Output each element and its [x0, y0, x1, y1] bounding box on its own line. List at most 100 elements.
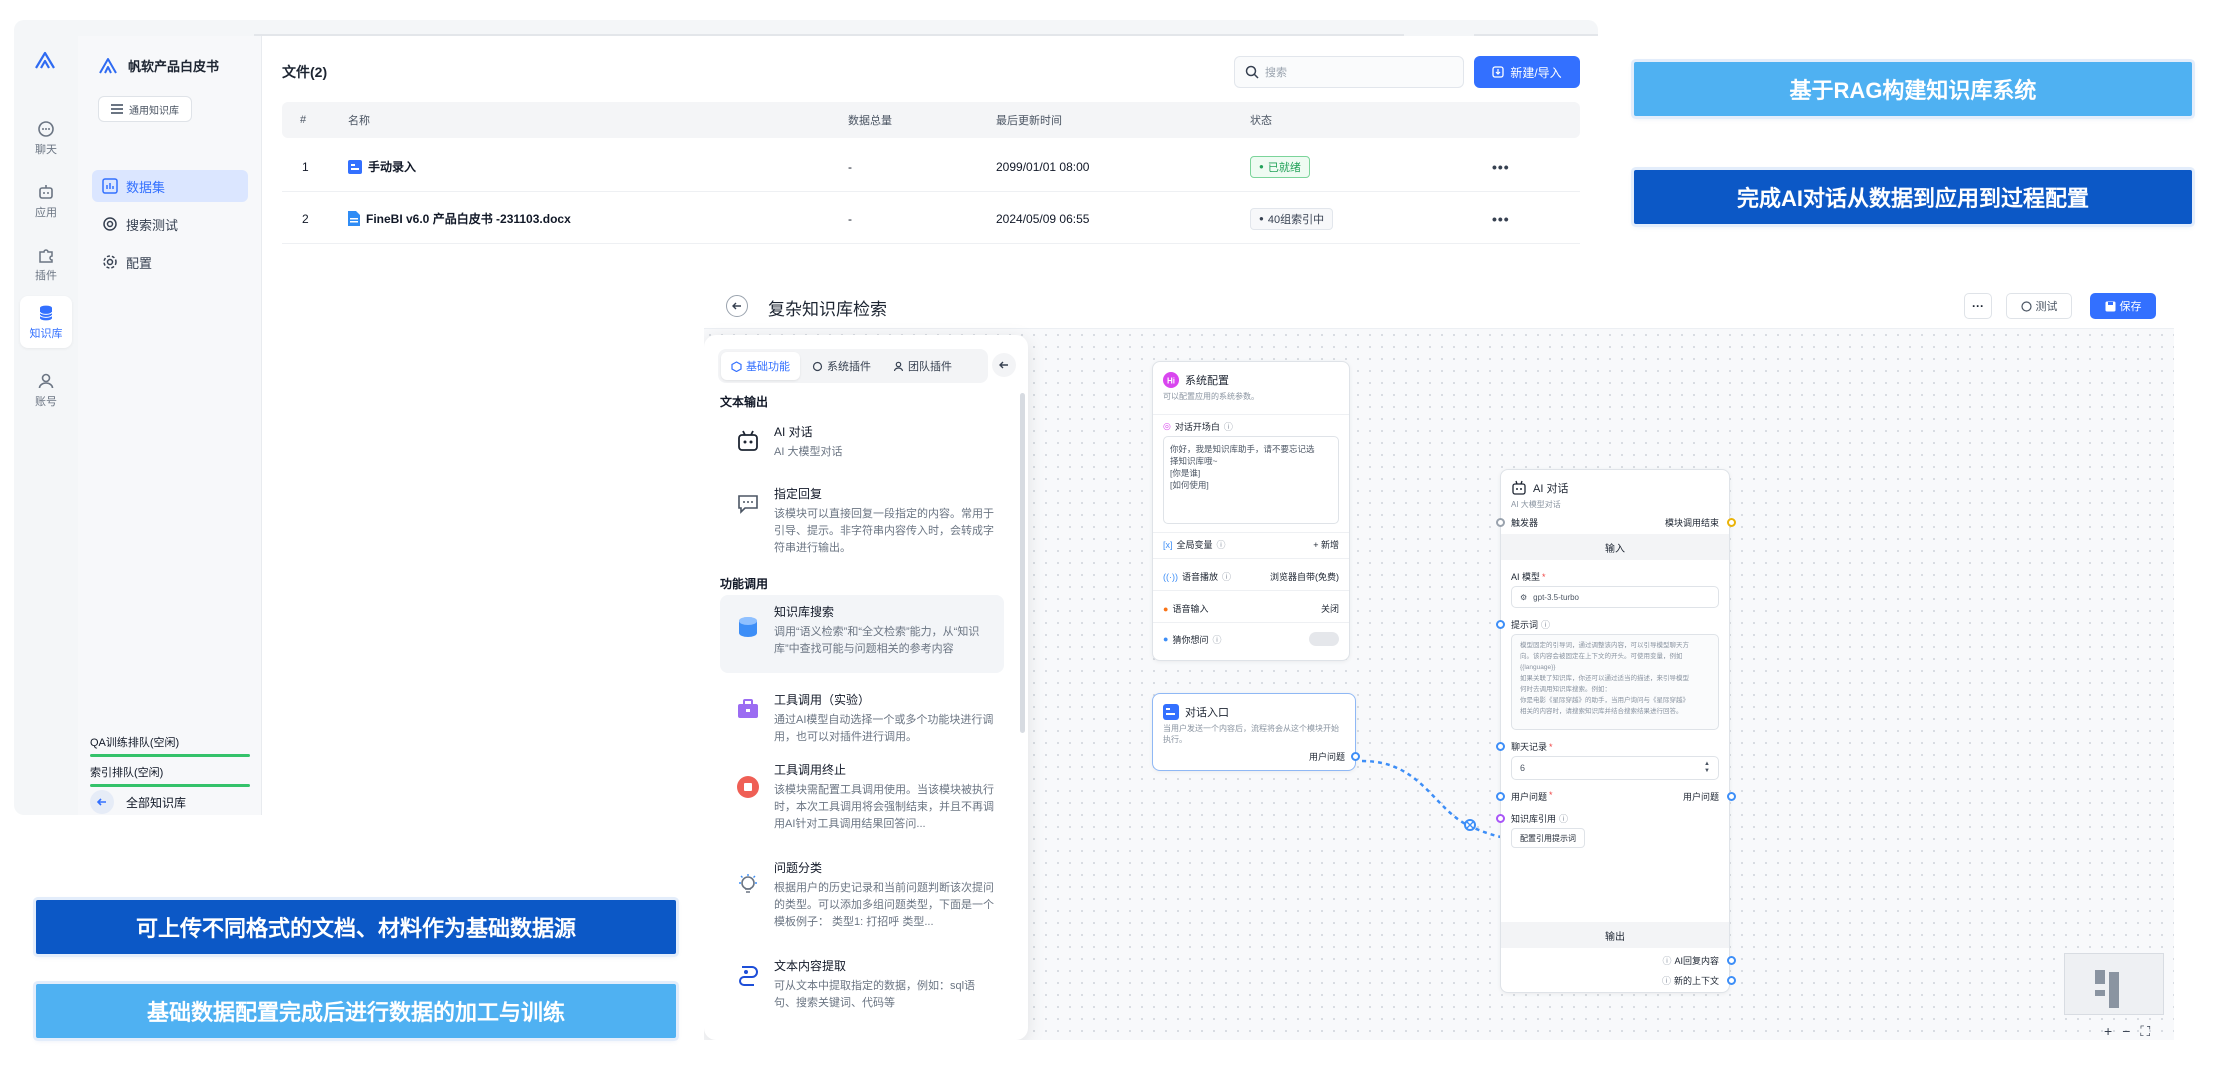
config-ref-prompt-button[interactable]: 配置引用提示词: [1511, 828, 1585, 848]
global-var-row: [x] 全局变量 ⓘ + 新增: [1163, 538, 1339, 551]
search-test-icon: [103, 217, 117, 231]
question-out-label: 用户问题: [1682, 792, 1719, 802]
tts-value[interactable]: 浏览器自带(免费): [1270, 570, 1339, 583]
stop-icon: [734, 773, 762, 801]
model-value: gpt-3.5-turbo: [1533, 592, 1579, 602]
back-to-all-kb[interactable]: 全部知识库: [90, 790, 186, 814]
table-row[interactable]: 2 FineBI v6.0 产品白皮书 -231103.docx - 2024/…: [282, 194, 1580, 244]
module-desc: 该模块可以直接回复一段指定的内容。常用于引导、提示。非字符串内容传入时，会转成字…: [774, 508, 994, 554]
add-global-var-button[interactable]: + 新增: [1313, 538, 1339, 551]
ai-chat-node[interactable]: AI 对话 AI 大模型对话 触发器 模块调用结束 输入 AI 模型 * ⚙ gp…: [1496, 469, 1736, 993]
question-in-handle[interactable]: [1496, 792, 1505, 801]
row-status-cell: ● 已就绪: [1250, 142, 1310, 191]
menu-item-search-test[interactable]: 搜索测试: [92, 208, 248, 240]
node-title: AI 对话: [1533, 483, 1569, 495]
more-button[interactable]: ···: [1964, 293, 1992, 319]
search-icon: [1245, 65, 1259, 79]
system-config-node[interactable]: Hi 系统配置 可以配置应用的系统参数。 ◎ 对话开场白 ⓘ 你好，我是知识库助…: [1152, 361, 1350, 661]
out-reply-handle[interactable]: [1727, 956, 1736, 965]
banner-data-training: 基础数据配置完成后进行数据的加工与训练: [36, 984, 676, 1038]
zoom-out-button[interactable]: −: [2122, 1023, 2130, 1040]
row-more-button[interactable]: •••: [1492, 194, 1510, 243]
divider: [1153, 558, 1349, 559]
tts-row: ((·)) 语音播放 ⓘ 浏览器自带(免费): [1163, 570, 1339, 583]
kb-ref-handle[interactable]: [1496, 814, 1505, 823]
module-tool-stop[interactable]: 工具调用终止 该模块需配置工具调用使用。当该模块被执行时，本次工具调用将会强制结…: [720, 753, 1004, 841]
tab-system-plugins[interactable]: 系统插件: [802, 352, 881, 380]
status-text: 已就绪: [1267, 161, 1301, 174]
prompt-handle[interactable]: [1496, 620, 1505, 629]
stepper-arrows-icon[interactable]: ▲ ▼: [1704, 761, 1710, 775]
row-more-button[interactable]: •••: [1492, 142, 1510, 191]
output-handle[interactable]: [1351, 752, 1360, 761]
out-context-label: 新的上下文: [1673, 976, 1719, 986]
row-total: -: [848, 211, 852, 226]
row-index: 1: [302, 159, 309, 174]
panel-scrollbar[interactable]: [1020, 393, 1025, 733]
docx-file-icon: [348, 211, 360, 226]
rail-item-apps[interactable]: 应用: [20, 175, 72, 227]
search-input[interactable]: 搜索: [1234, 56, 1464, 88]
table-header: # 名称 数据总量 最后更新时间 状态: [282, 102, 1580, 138]
mini-map[interactable]: [2064, 953, 2164, 1015]
node-header: Hi 系统配置: [1153, 362, 1349, 388]
prompt-line: 如果关联了知识库，你还可以通过适当的描述，来引导模型: [1520, 675, 1689, 682]
test-button[interactable]: 测试: [2006, 293, 2072, 319]
opening-label-row: ◎ 对话开场白 ⓘ: [1163, 420, 1339, 433]
row-name-cell: FineBI v6.0 产品白皮书 -231103.docx: [348, 194, 571, 243]
voice-input-row: ● 语音输入 关闭: [1163, 602, 1339, 615]
variable-icon: [x]: [1163, 539, 1173, 550]
menu-item-config[interactable]: 配置: [92, 246, 248, 278]
collapse-panel-button[interactable]: [992, 353, 1016, 377]
opening-text-input[interactable]: 你好，我是知识库助手，请不要忘记选 择知识库哦~ [你是谁] [如何使用]: [1163, 436, 1339, 524]
module-text-extract[interactable]: 文本内容提取 可从文本中提取指定的数据，例如：sql语句、搜索关键词、代码等: [720, 949, 1004, 1020]
back-arrow-icon: [732, 302, 741, 310]
module-kb-search[interactable]: 知识库搜索 调用“语义检索”和“全文检索”能力，从“知识库”中查找可能与问题相关…: [720, 595, 1004, 673]
module-name: AI 对话: [774, 425, 813, 439]
reply-icon: [734, 489, 762, 517]
question-out-handle[interactable]: [1727, 792, 1736, 801]
new-import-button[interactable]: 新建/导入: [1474, 56, 1580, 88]
prompt-label: 提示词: [1511, 620, 1539, 630]
toolbox-icon: [734, 695, 762, 723]
history-stepper[interactable]: 6 ▲ ▼: [1511, 756, 1719, 780]
voice-input-value[interactable]: 关闭: [1321, 602, 1339, 615]
menu-item-dataset[interactable]: 数据集: [92, 170, 248, 202]
prompt-input[interactable]: 模型固定的引导词，通过调整该内容，可以引导模型聊天方 向。该内容会被固定在上下文…: [1511, 634, 1719, 730]
module-fixed-reply[interactable]: 指定回复 该模块可以直接回复一段指定的内容。常用于引导、提示。非字符串内容传入时…: [720, 477, 1004, 565]
model-select[interactable]: ⚙ gpt-3.5-turbo: [1511, 586, 1719, 608]
history-handle[interactable]: [1496, 742, 1505, 751]
save-button[interactable]: 保存: [2090, 293, 2156, 319]
zoom-in-button[interactable]: +: [2104, 1023, 2112, 1040]
module-tool-call[interactable]: 工具调用（实验） 通过AI模型自动选择一个或多个功能块进行调用，也可以对插件进行…: [720, 683, 1004, 754]
workflow-title: 复杂知识库检索: [768, 300, 887, 319]
database-icon: [39, 305, 53, 320]
table-row[interactable]: 1 手动录入 - 2099/01/01 08:00 ● 已就绪 •••: [282, 142, 1580, 192]
guess-toggle[interactable]: [1309, 632, 1339, 646]
rail-item-plugins[interactable]: 插件: [20, 238, 72, 290]
out-context-handle[interactable]: [1727, 976, 1736, 985]
module-question-classify[interactable]: 问题分类 根据用户的历史记录和当前问题判断该次提问的类型。可以添加多组问题类型，…: [720, 851, 1004, 939]
module-name: 指定回复: [774, 487, 823, 501]
rail-item-chat[interactable]: 聊天: [20, 112, 72, 164]
help-icon: ⓘ: [1662, 956, 1672, 966]
fit-view-button[interactable]: ⛶: [2140, 1023, 2150, 1040]
module-ai-chat[interactable]: AI 对话 AI 大模型对话: [720, 415, 1004, 469]
queue-progress-bar: [90, 784, 250, 787]
row-status-cell: ● 40组索引中: [1250, 194, 1334, 243]
rail-item-knowledge[interactable]: 知识库: [20, 296, 72, 348]
trigger-handle[interactable]: [1496, 518, 1505, 527]
ai-chat-icon: [734, 427, 762, 455]
kb-sidebar: 帆软产品白皮书 通用知识库 数据集 搜索测试 配置 QA训练排队(空闲) 索引排…: [78, 36, 262, 815]
end-handle[interactable]: [1727, 518, 1736, 527]
tab-basic[interactable]: 基础功能: [721, 352, 800, 380]
chat-entry-node[interactable]: 对话入口 当用户发送一个内容后，流程将会从这个模块开始执行。 用户问题: [1152, 693, 1360, 771]
rail-label: 知识库: [29, 327, 63, 340]
rail-item-account[interactable]: 账号: [20, 364, 72, 416]
app-logo[interactable]: [32, 48, 58, 74]
tab-team-plugins[interactable]: 团队插件: [883, 352, 962, 380]
back-button[interactable]: [726, 295, 748, 317]
app-rail: 聊天 应用 插件 知识库 账号: [14, 20, 78, 815]
opening-line: [如何使用]: [1170, 480, 1209, 490]
queue-label: QA训练排队(空闲): [90, 737, 180, 749]
